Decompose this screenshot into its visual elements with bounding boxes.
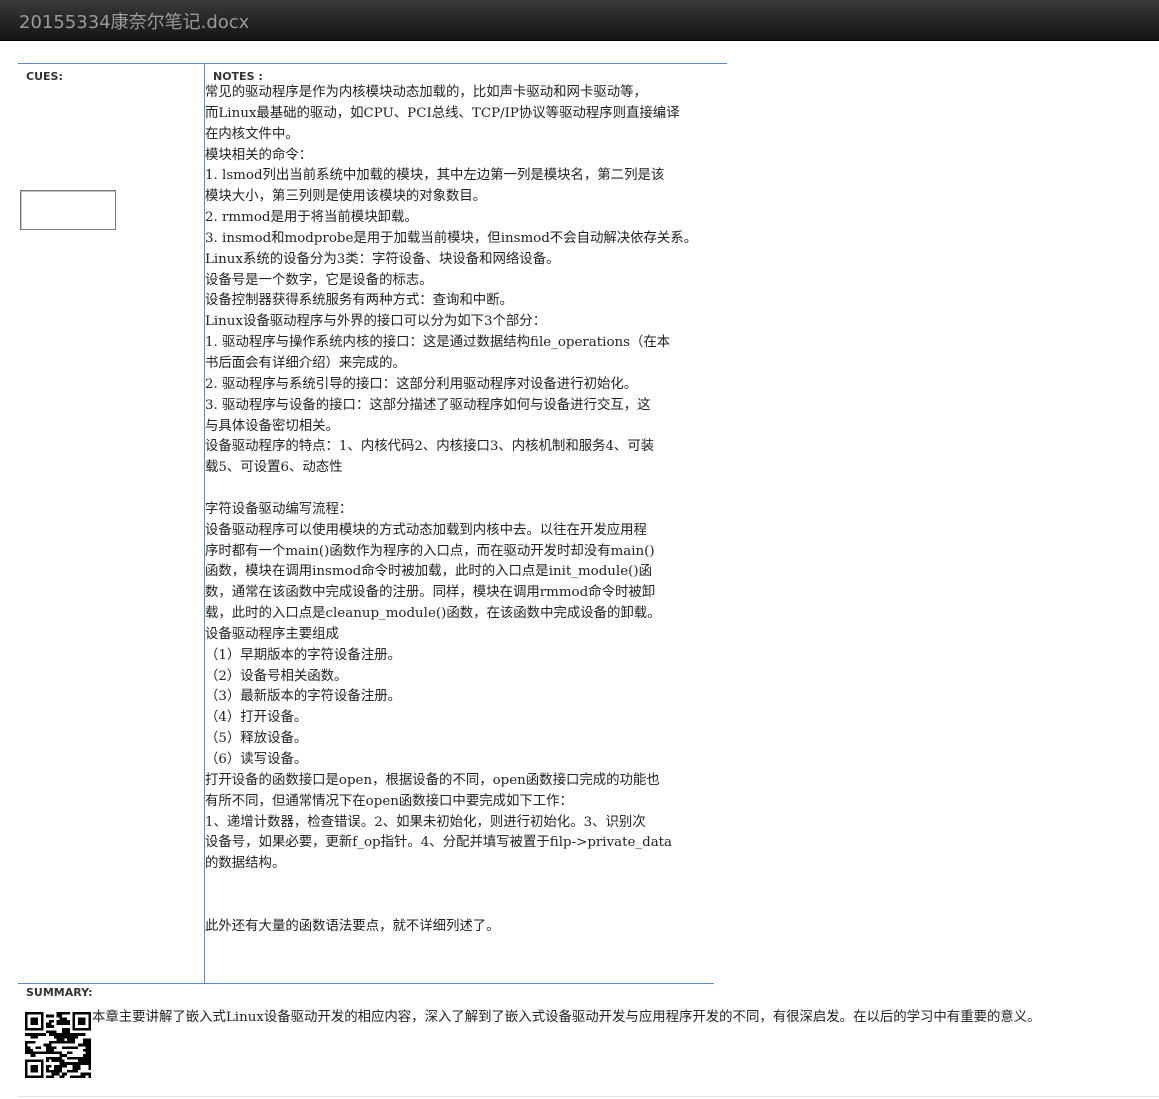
notes-line: 设备控制器获得系统服务有两种方式：查询和中断。 (205, 293, 513, 309)
summary-rule (18, 983, 714, 984)
notes-line: 1. lsmod列出当前系统中加载的模块，其中左边第一列是模块名，第二列是该 (205, 168, 665, 184)
notes-content: 常见的驱动程序是作为内核模块动态加载的，比如声卡驱动和网卡驱动等， 而Linux最… (205, 83, 715, 938)
notes-line (205, 896, 715, 917)
notes-line: 模块相关的命令： (205, 147, 313, 163)
cue-textbox[interactable] (20, 190, 116, 230)
notes-line (205, 875, 715, 896)
notes-line: 序时都有一个main()函数作为程序的入口点，而在驱动开发时却没有main() (205, 543, 655, 559)
document-title: 20155334康奈尔笔记.docx (19, 12, 250, 33)
notes-line: （2）设备号相关函数。 (205, 668, 348, 684)
notes-line: （4）打开设备。 (205, 710, 308, 726)
notes-line: 1、递增计数器，检查错误。2、如果未初始化，则进行初始化。3、识别次 (205, 814, 646, 830)
notes-line: 3. insmod和modprobe是用于加载当前模块，但insmod不会自动解… (205, 230, 698, 246)
notes-line: （3）最新版本的字符设备注册。 (205, 689, 401, 705)
notes-line: 设备驱动程序可以使用模块的方式动态加载到内核中去。以往在开发应用程 (205, 522, 647, 538)
notes-line: 模块大小，第三列则是使用该模块的对象数目。 (205, 189, 487, 205)
notes-line: 载5、可设置6、动态性 (205, 460, 343, 476)
notes-line: 数，通常在该函数中完成设备的注册。同样，模块在调用rmmod命令时被卸 (205, 585, 656, 601)
notes-line: 函数，模块在调用insmod命令时被加载，此时的入口点是init_module(… (205, 564, 652, 580)
cues-label: CUES: (26, 70, 63, 83)
notes-line: 2. 驱动程序与系统引导的接口：这部分利用驱动程序对设备进行初始化。 (205, 376, 638, 392)
notes-line (205, 479, 715, 500)
notes-line: 此外还有大量的函数语法要点，就不详细列述了。 (205, 918, 500, 934)
notes-line: 常见的驱动程序是作为内核模块动态加载的，比如声卡驱动和网卡驱动等， (205, 85, 647, 100)
notes-line: 设备号是一个数字，它是设备的标志。 (205, 272, 433, 288)
page-bottom-rule (18, 1096, 1159, 1097)
notes-line: 有所不同，但通常情况下在open函数接口中要完成如下工作： (205, 793, 573, 809)
notes-line: 与具体设备密切相关。 (205, 418, 339, 434)
notes-line: 设备驱动程序主要组成 (205, 626, 339, 642)
notes-line: 设备号，如果必要，更新f_op指针。4、分配并填写被置于filp->privat… (205, 835, 673, 851)
notes-label: NOTES : (213, 70, 263, 83)
notes-line: 1. 驱动程序与操作系统内核的接口：这是通过数据结构file_operation… (205, 335, 671, 351)
notes-line: 载，此时的入口点是cleanup_module()函数，在该函数中完成设备的卸载… (205, 606, 661, 622)
qr-code-image (25, 1012, 91, 1078)
notes-line: 打开设备的函数接口是open，根据设备的不同，open函数接口完成的功能也 (205, 772, 660, 788)
notes-line: 在内核文件中。 (205, 126, 299, 142)
notes-line: 3. 驱动程序与设备的接口：这部分描述了驱动程序如何与设备进行交互，这 (205, 397, 651, 413)
notes-line: 2. rmmod是用于将当前模块卸载。 (205, 210, 418, 226)
summary-text: 本章主要讲解了嵌入式Linux设备驱动开发的相应内容，深入了解到了嵌入式设备驱动… (92, 1010, 1041, 1025)
notes-line: 而Linux最基础的驱动，如CPU、PCI总线、TCP/IP协议等驱动程序则直接… (205, 105, 680, 121)
top-rule (18, 63, 727, 64)
title-bar: 20155334康奈尔笔记.docx (0, 0, 1159, 41)
notes-line: 书后面会有详细介绍）来完成的。 (205, 355, 406, 371)
notes-line: Linux系统的设备分为3类：字符设备、块设备和网络设备。 (205, 251, 560, 267)
notes-line: 字符设备驱动编写流程： (205, 501, 353, 517)
notes-line: （1）早期版本的字符设备注册。 (205, 647, 401, 663)
notes-line: Linux设备驱动程序与外界的接口可以分为如下3个部分： (205, 314, 547, 330)
notes-line: 的数据结构。 (205, 856, 286, 872)
notes-line: 设备驱动程序的特点：1、内核代码2、内核接口3、内核机制和服务4、可装 (205, 439, 655, 455)
summary-label: SUMMARY: (26, 986, 93, 999)
notes-line: （6）读写设备。 (205, 752, 308, 767)
notes-line: （5）释放设备。 (205, 731, 308, 747)
